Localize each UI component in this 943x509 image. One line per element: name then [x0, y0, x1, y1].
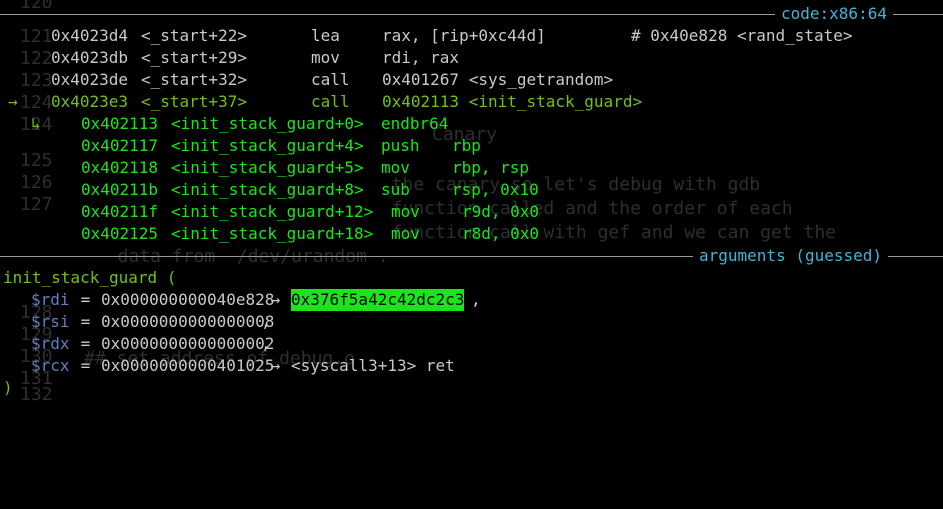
- disasm-line[interactable]: ↳ 0x402113 <init_stack_guard+0> endbr64: [0, 113, 943, 135]
- disasm-symbol: <_start+37>: [141, 92, 247, 111]
- arg-register: $rsi: [31, 312, 70, 331]
- arg-equals: =: [71, 334, 100, 353]
- disasm-operands: rsp, 0x10: [452, 180, 539, 199]
- arg-deref-value[interactable]: 0x376f5a42c42dc2c3: [291, 289, 465, 311]
- disasm-address: 0x4023d4: [51, 26, 129, 45]
- disasm-line[interactable]: 0x4023db <_start+29> mov rdi, rax: [0, 47, 943, 69]
- arg-line[interactable]: $rdi = 0x000000000040e828 → 0x376f5a42c4…: [0, 289, 943, 311]
- disasm-mnemonic: push: [381, 136, 420, 155]
- disasm-symbol: <init_stack_guard+0>: [171, 114, 364, 133]
- disasm-mnemonic: call: [311, 92, 350, 111]
- disasm-mnemonic: lea: [311, 26, 340, 45]
- disasm-operands: 0x402113 <init_stack_guard>: [382, 92, 643, 111]
- disasm-symbol: <_start+29>: [141, 48, 247, 67]
- disasm-line[interactable]: 0x402117 <init_stack_guard+4> push rbp: [0, 135, 943, 157]
- arg-line[interactable]: $rdx = 0x0000000000000002 ,: [0, 333, 943, 355]
- disasm-line[interactable]: 0x4023d4 <_start+22> lea rax, [rip+0xc44…: [0, 25, 943, 47]
- arg-equals: =: [71, 290, 100, 309]
- disasm-operands: rbp: [452, 136, 481, 155]
- disasm-address: 0x40211f: [81, 202, 159, 221]
- arg-value: 0x0000000000000002: [101, 334, 275, 353]
- disasm-mnemonic: call: [311, 70, 350, 89]
- arg-register: $rdx: [31, 334, 70, 353]
- deref-arrow-icon: →: [261, 290, 290, 309]
- arg-deref-value[interactable]: <syscall3+13> ret: [291, 355, 455, 377]
- disasm-symbol: <init_stack_guard+18>: [171, 224, 374, 243]
- disasm-operands: 0x401267 <sys_getrandom>: [382, 70, 614, 89]
- disasm-operands: r9d, 0x0: [462, 202, 540, 221]
- arg-equals: =: [71, 312, 100, 331]
- disasm-symbol: <init_stack_guard+4>: [171, 136, 364, 155]
- arg-register: $rcx: [31, 356, 70, 375]
- disasm-operands: r8d, 0x0: [462, 224, 540, 243]
- arg-separator: ,: [471, 290, 481, 309]
- arg-line[interactable]: $rcx = 0x0000000000401025 → <syscall3+13…: [0, 355, 943, 377]
- arg-value: 0x0000000000000008: [101, 312, 275, 331]
- disasm-line[interactable]: 0x402125 <init_stack_guard+18> mov r8d, …: [0, 223, 943, 245]
- function-call-open: init_stack_guard (: [3, 268, 177, 287]
- disasm-symbol: <init_stack_guard+5>: [171, 158, 364, 177]
- disasm-operands: rdi, rax: [382, 48, 460, 67]
- header-rule-tail: [900, 14, 943, 15]
- arg-line[interactable]: $rsi = 0x0000000000000008 ,: [0, 311, 943, 333]
- code-section-title: code:x86:64: [775, 3, 893, 25]
- disasm-operands: rax, [rip+0xc44d]: [382, 26, 546, 45]
- disasm-address: 0x4023e3: [51, 92, 129, 111]
- arg-separator: ,: [261, 334, 271, 353]
- disasm-mnemonic: mov: [391, 224, 420, 243]
- disasm-line[interactable]: 0x40211f <init_stack_guard+12> mov r9d, …: [0, 201, 943, 223]
- disasm-line[interactable]: 0x4023de <_start+32> call 0x401267 <sys_…: [0, 69, 943, 91]
- args-section-header: arguments (guessed): [0, 245, 943, 267]
- disasm-mnemonic: endbr64: [381, 114, 449, 133]
- function-call-close: ): [3, 378, 13, 397]
- disasm-symbol: <_start+32>: [141, 70, 247, 89]
- code-section-header: code:x86:64: [0, 3, 943, 25]
- disasm-symbol: <init_stack_guard+12>: [171, 202, 374, 221]
- disasm-address: 0x402113: [81, 114, 159, 133]
- header-rule-tail: [900, 256, 943, 257]
- disasm-symbol: <_start+22>: [141, 26, 247, 45]
- disasm-mnemonic: mov: [311, 48, 340, 67]
- args-section-title: arguments (guessed): [693, 245, 889, 267]
- current-pc-arrow-icon: →: [8, 92, 18, 111]
- arg-register: $rdi: [31, 290, 70, 309]
- branch-arrow-icon: ↳: [31, 114, 41, 133]
- disasm-line[interactable]: 0x40211b <init_stack_guard+8> sub rsp, 0…: [0, 179, 943, 201]
- arg-value: 0x0000000000401025: [101, 356, 275, 375]
- disasm-address: 0x402118: [81, 158, 159, 177]
- deref-arrow-icon: →: [261, 356, 290, 375]
- disasm-mnemonic: mov: [391, 202, 420, 221]
- disasm-mnemonic: mov: [381, 158, 410, 177]
- disasm-address: 0x40211b: [81, 180, 159, 199]
- disasm-line[interactable]: 0x402118 <init_stack_guard+5> mov rbp, r…: [0, 157, 943, 179]
- disasm-address: 0x402125: [81, 224, 159, 243]
- disasm-current-line[interactable]: → 0x4023e3 <_start+37> call 0x402113 <in…: [0, 91, 943, 113]
- arg-value: 0x000000000040e828: [101, 290, 275, 309]
- disasm-symbol: <init_stack_guard+8>: [171, 180, 364, 199]
- disasm-address: 0x402117: [81, 136, 159, 155]
- disasm-mnemonic: sub: [381, 180, 410, 199]
- disasm-address: 0x4023de: [51, 70, 129, 89]
- disasm-address: 0x4023db: [51, 48, 129, 67]
- disasm-operands: rbp, rsp: [452, 158, 530, 177]
- disasm-comment: # 0x40e828 <rand_state>: [631, 26, 853, 45]
- arg-separator: ,: [261, 312, 271, 331]
- arg-equals: =: [71, 356, 100, 375]
